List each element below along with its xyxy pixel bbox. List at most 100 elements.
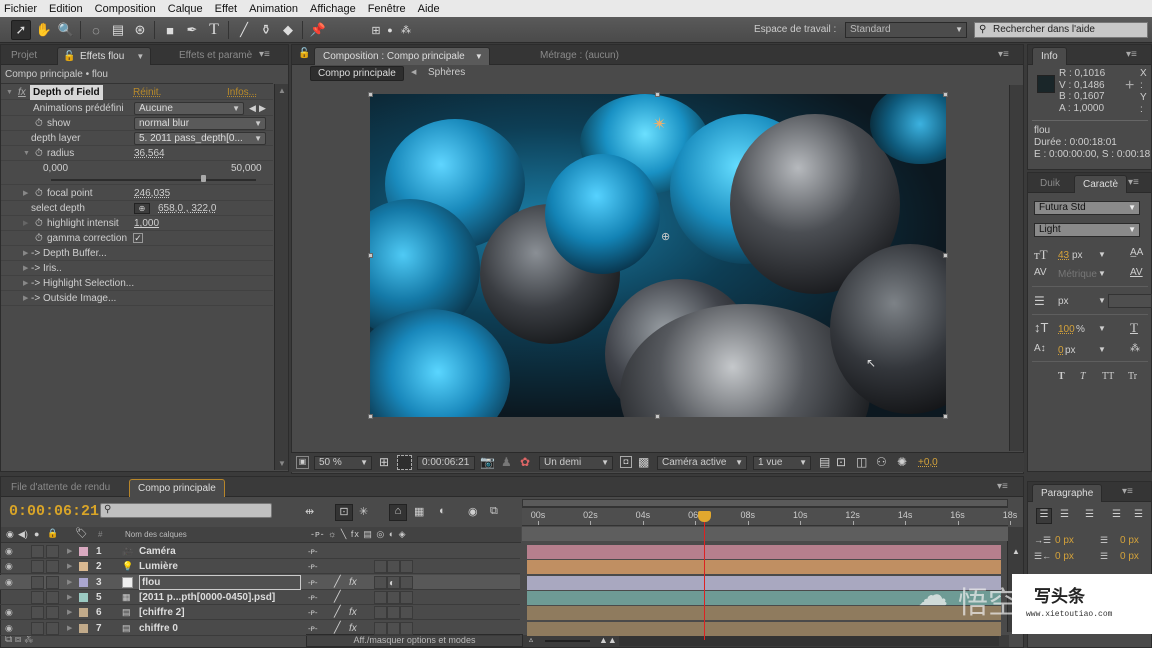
light-icon[interactable]: ✴	[652, 114, 667, 135]
3d-layer-checkbox[interactable]	[374, 575, 387, 589]
zoom-tool-icon[interactable]: 🔍	[56, 20, 76, 40]
space-after-value[interactable]: 0 px	[1120, 551, 1139, 562]
transform-handle[interactable]	[943, 414, 948, 419]
chevron-down-icon[interactable]: ▼	[1098, 324, 1106, 333]
in-out-pane-icon[interactable]: ⁂	[24, 634, 33, 645]
layer-name[interactable]: Caméra	[139, 544, 176, 559]
layer-name[interactable]: chiffre 0	[139, 621, 178, 636]
expand-triangle-icon[interactable]: ▶	[23, 246, 28, 261]
group-depth-buffer[interactable]: ▶ -> Depth Buffer...	[1, 246, 273, 261]
panel-menu-icon[interactable]: ▾≡	[1122, 486, 1133, 497]
3d-layer-checkbox[interactable]	[374, 590, 387, 604]
solo-checkbox[interactable]	[31, 575, 44, 589]
mask-visibility-icon[interactable]	[397, 455, 412, 470]
effects-scrollbar[interactable]: ▲ ▼	[274, 84, 288, 470]
layer-search-input[interactable]: ⚲	[100, 503, 272, 518]
group-iris[interactable]: ▶ -> Iris..	[1, 261, 273, 276]
crumb-spheres[interactable]: Sphères	[428, 67, 465, 78]
shy-switch-icon[interactable]: -ᴘ-	[308, 621, 318, 636]
layer-name[interactable]: [2011 p...pth[0000-0450].psd]	[139, 590, 275, 605]
chevron-down-icon[interactable]: ▼	[136, 48, 144, 65]
effect-switch-icon[interactable]: fx	[349, 621, 357, 636]
audio-toggle-icon[interactable]: ◀)	[18, 529, 28, 540]
transform-handle[interactable]	[943, 92, 948, 97]
depth-layer-select[interactable]: 5. 2011 pass_depth[0... ▼	[134, 132, 266, 145]
solo-checkbox[interactable]	[31, 545, 44, 558]
eye-icon[interactable]: ◉	[5, 575, 13, 590]
playhead-handle[interactable]	[697, 511, 711, 522]
hand-tool-icon[interactable]: ✋	[34, 20, 54, 40]
chevron-down-icon[interactable]: ▼	[1098, 250, 1106, 259]
chevron-down-icon[interactable]: ▼	[1098, 269, 1106, 278]
draft-3d-icon[interactable]: ⊡	[335, 504, 353, 521]
camera-view-select[interactable]: Caméra active ▼	[657, 456, 747, 470]
shy-switch-icon[interactable]: -ᴘ-	[308, 559, 318, 574]
resolution-select[interactable]: Un demi ▼	[539, 456, 613, 470]
motion-blur-checkbox[interactable]	[400, 575, 413, 589]
next-preset-icon[interactable]: ▶	[259, 101, 266, 116]
layer-duration-bar[interactable]	[527, 545, 1001, 559]
label-color-chip[interactable]	[79, 623, 88, 633]
anchor-point-icon[interactable]: ⊕	[661, 230, 670, 243]
exposure-value[interactable]: +0,0	[918, 457, 938, 468]
3d-layer-checkbox[interactable]	[374, 606, 387, 620]
transform-handle[interactable]	[368, 253, 373, 258]
pan-behind-tool-icon[interactable]: ⊛	[130, 20, 150, 40]
tab-paragraph[interactable]: Paragraphe	[1032, 484, 1103, 502]
layer-name-header[interactable]: Nom des calques	[125, 530, 187, 539]
composition-scrollbar[interactable]	[1009, 85, 1023, 451]
region-of-interest-icon[interactable]: ◘	[620, 456, 632, 468]
radius-slider-thumb[interactable]	[200, 175, 206, 182]
radius-slider-track[interactable]	[51, 179, 256, 181]
justify-left-icon[interactable]: ☰	[1112, 509, 1121, 520]
align-right-icon[interactable]: ☰	[1085, 509, 1094, 520]
menu-composition[interactable]: Composition	[95, 3, 156, 15]
prev-preset-icon[interactable]: ◀	[249, 101, 256, 116]
motion-blur-checkbox[interactable]	[400, 621, 413, 635]
workspace-select[interactable]: Standard ▼	[845, 22, 967, 38]
transform-handle[interactable]	[655, 92, 660, 97]
time-navigator[interactable]	[522, 527, 1008, 541]
rectangle-tool-icon[interactable]: ■	[160, 20, 180, 40]
eye-icon[interactable]: ◉	[5, 544, 13, 559]
quality-switch-icon[interactable]: ╱	[334, 590, 341, 605]
group-outside-image[interactable]: ▶ -> Outside Image...	[1, 291, 273, 306]
layer-name[interactable]: Lumière	[139, 559, 178, 574]
exposure-reset-icon[interactable]: ✺	[897, 455, 907, 469]
layer-row[interactable]: ▶ 5 ▦ [2011 p...pth[0000-0450].psd] -ᴘ- …	[0, 590, 520, 605]
panel-menu-icon[interactable]: ▾≡	[998, 49, 1009, 60]
expand-triangle-icon[interactable]: ▶	[67, 605, 72, 620]
menu-edition[interactable]: Edition	[49, 3, 83, 15]
tab-duik[interactable]: Duik	[1032, 175, 1068, 193]
layer-name[interactable]: [chiffre 2]	[139, 605, 185, 620]
work-area-bar[interactable]	[522, 499, 1008, 507]
scroll-down-icon[interactable]: ▼	[278, 459, 286, 468]
align-center-icon[interactable]: ☰	[1060, 509, 1069, 520]
justify-all-icon[interactable]: ☰	[1134, 509, 1143, 520]
3d-layer-checkbox[interactable]	[374, 621, 387, 635]
faux-bold-button[interactable]: T	[1058, 371, 1065, 382]
time-ruler[interactable]: 00s 02s 04s 06s 08s 10s 12s 14s 16s 18s	[522, 507, 1017, 526]
menu-animation[interactable]: Animation	[249, 3, 298, 15]
expand-triangle-icon[interactable]: ▶	[67, 575, 72, 590]
expand-triangle-icon[interactable]: ▶	[23, 216, 28, 231]
font-size-value[interactable]: 43	[1058, 250, 1069, 261]
frame-blending-icon[interactable]: ⌂	[389, 504, 407, 521]
brush-tool-icon[interactable]: ╱	[234, 20, 254, 40]
scroll-up-icon[interactable]: ▲	[1012, 547, 1020, 556]
effect-name[interactable]: Depth of Field	[30, 85, 103, 100]
expand-triangle-icon[interactable]: ▶	[67, 559, 72, 574]
adjustment-checkbox[interactable]	[387, 590, 400, 604]
always-preview-icon[interactable]: ▣	[296, 456, 309, 469]
layer-row[interactable]: ◉ ▶ 7 ▤ chiffre 0 -ᴘ- ╱ fx	[0, 621, 520, 636]
solo-checkbox[interactable]	[31, 560, 44, 574]
stroke-width-unit[interactable]: px	[1058, 296, 1069, 307]
menu-calque[interactable]: Calque	[168, 3, 203, 15]
adjustment-checkbox[interactable]	[387, 621, 400, 635]
zoom-in-icon[interactable]: ▲▲	[599, 635, 617, 645]
group-highlight-selection[interactable]: ▶ -> Highlight Selection...	[1, 276, 273, 291]
solo-checkbox[interactable]	[31, 606, 44, 620]
stopwatch-icon[interactable]: ⏱	[35, 146, 43, 161]
clone-stamp-tool-icon[interactable]: ⚱	[256, 20, 276, 40]
puppet-pin-tool-icon[interactable]: 📌	[308, 20, 328, 40]
